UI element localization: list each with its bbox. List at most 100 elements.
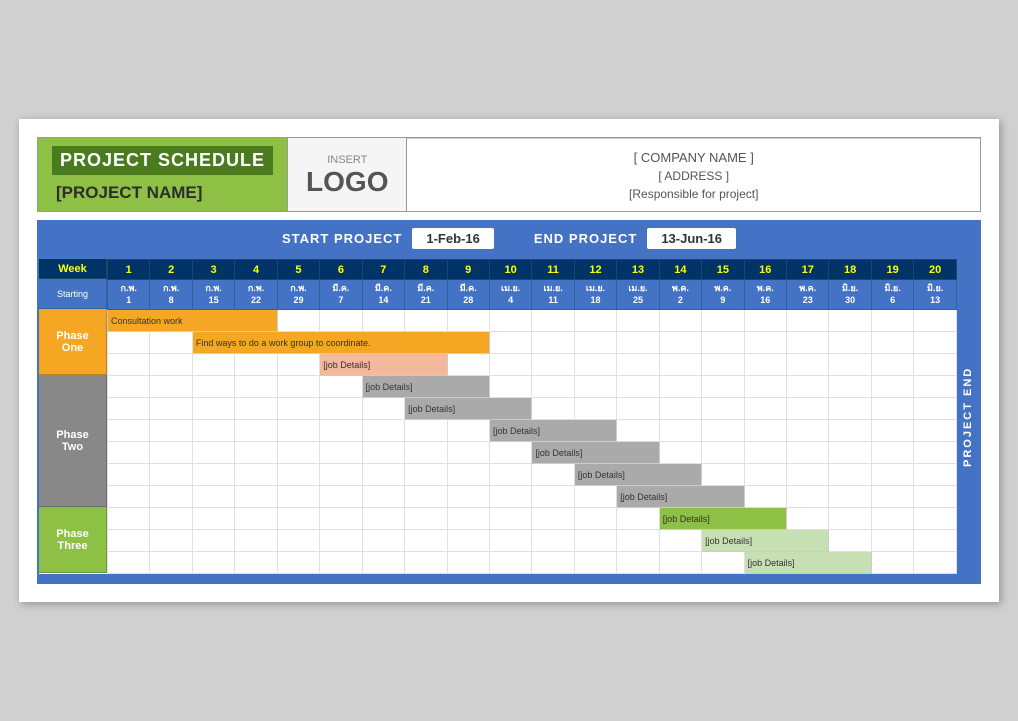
empty-cell-r7-c8 xyxy=(447,464,489,486)
empty-cell-r6-c13 xyxy=(659,442,701,464)
week-header-18: 18 xyxy=(829,260,871,280)
week-header-7: 7 xyxy=(362,260,404,280)
starting-col-header: Starting xyxy=(39,279,107,309)
empty-cell-r2-c2 xyxy=(192,354,234,376)
empty-cell-r1-c12 xyxy=(617,332,659,354)
gantt-row-7: [job Details] xyxy=(108,464,957,486)
empty-cell-r4-c3 xyxy=(235,398,277,420)
empty-cell-r11-c3 xyxy=(235,552,277,574)
empty-cell-r2-c8 xyxy=(447,354,489,376)
empty-cell-r9-c1 xyxy=(150,508,192,530)
week-header-12: 12 xyxy=(574,260,616,280)
bar-cell-r7: [job Details] xyxy=(574,464,701,486)
empty-cell-r7-c14 xyxy=(702,464,744,486)
empty-cell-r7-c16 xyxy=(787,464,829,486)
empty-cell-r0-c6 xyxy=(362,310,404,332)
empty-cell-r10-c17 xyxy=(829,530,871,552)
empty-cell-r2-c9 xyxy=(489,354,531,376)
starting-header-8: มี.ค.28 xyxy=(447,280,489,310)
empty-cell-r4-c17 xyxy=(829,398,871,420)
empty-cell-r6-c1 xyxy=(150,442,192,464)
empty-cell-r9-c7 xyxy=(405,508,447,530)
gantt-row-10: [job Details] xyxy=(108,530,957,552)
gantt-table: 1234567891011121314151617181920 ก.พ.1ก.พ… xyxy=(107,259,957,574)
empty-cell-r0-c12 xyxy=(617,310,659,332)
empty-cell-r0-c11 xyxy=(574,310,616,332)
empty-cell-r10-c19 xyxy=(914,530,957,552)
empty-cell-r4-c13 xyxy=(659,398,701,420)
company-name: [ COMPANY NAME ] xyxy=(634,150,754,165)
starting-header-0: ก.พ.1 xyxy=(108,280,150,310)
logo-text: LOGO xyxy=(306,168,388,196)
phase-three-label: PhaseThree xyxy=(39,507,107,573)
gantt-row-5: [job Details] xyxy=(108,420,957,442)
empty-cell-r8-c5 xyxy=(320,486,362,508)
empty-cell-r9-c9 xyxy=(489,508,531,530)
empty-cell-r9-c11 xyxy=(574,508,616,530)
empty-cell-r1-c11 xyxy=(574,332,616,354)
empty-cell-r5-c18 xyxy=(871,420,913,442)
empty-cell-r3-c19 xyxy=(914,376,957,398)
empty-cell-r8-c9 xyxy=(489,486,531,508)
empty-cell-r6-c0 xyxy=(108,442,150,464)
empty-cell-r8-c3 xyxy=(235,486,277,508)
empty-cell-r2-c14 xyxy=(702,354,744,376)
starting-header-10: เม.ย.11 xyxy=(532,280,574,310)
gantt-row-6: [job Details] xyxy=(108,442,957,464)
empty-cell-r9-c6 xyxy=(362,508,404,530)
empty-cell-r5-c14 xyxy=(702,420,744,442)
empty-cell-r11-c2 xyxy=(192,552,234,574)
starting-header-4: ก.พ.29 xyxy=(277,280,319,310)
empty-cell-r4-c2 xyxy=(192,398,234,420)
empty-cell-r8-c19 xyxy=(914,486,957,508)
empty-cell-r11-c19 xyxy=(914,552,957,574)
empty-cell-r8-c8 xyxy=(447,486,489,508)
starting-header-1: ก.พ.8 xyxy=(150,280,192,310)
empty-cell-r11-c8 xyxy=(447,552,489,574)
empty-cell-r2-c11 xyxy=(574,354,616,376)
empty-cell-r5-c16 xyxy=(787,420,829,442)
week-header-4: 4 xyxy=(235,260,277,280)
empty-cell-r1-c14 xyxy=(702,332,744,354)
empty-cell-r11-c0 xyxy=(108,552,150,574)
empty-cell-r6-c16 xyxy=(787,442,829,464)
week-header-10: 10 xyxy=(489,260,531,280)
empty-cell-r9-c16 xyxy=(787,508,829,530)
project-end-bar: PROJECT END xyxy=(957,259,979,574)
empty-cell-r0-c4 xyxy=(277,310,319,332)
empty-cell-r9-c19 xyxy=(914,508,957,530)
empty-cell-r9-c0 xyxy=(108,508,150,530)
empty-cell-r11-c10 xyxy=(532,552,574,574)
empty-cell-r5-c15 xyxy=(744,420,786,442)
week-header-8: 8 xyxy=(405,260,447,280)
empty-cell-r11-c1 xyxy=(150,552,192,574)
bar-cell-r1: Find ways to do a work group to coordina… xyxy=(192,332,489,354)
logo-insert-text: INSERT xyxy=(327,154,367,166)
bar-cell-r11: [job Details] xyxy=(744,552,871,574)
empty-cell-r5-c7 xyxy=(405,420,447,442)
empty-cell-r8-c18 xyxy=(871,486,913,508)
empty-cell-r4-c1 xyxy=(150,398,192,420)
empty-cell-r6-c6 xyxy=(362,442,404,464)
gantt-row-11: [job Details] xyxy=(108,552,957,574)
empty-cell-r5-c19 xyxy=(914,420,957,442)
empty-cell-r8-c17 xyxy=(829,486,871,508)
project-name: [PROJECT NAME] xyxy=(52,183,273,203)
empty-cell-r8-c1 xyxy=(150,486,192,508)
empty-cell-r6-c14 xyxy=(702,442,744,464)
week-header-16: 16 xyxy=(744,260,786,280)
empty-cell-r0-c19 xyxy=(914,310,957,332)
end-project-value: 13-Jun-16 xyxy=(647,228,736,249)
empty-cell-r9-c2 xyxy=(192,508,234,530)
gantt-row-0: Consultation work xyxy=(108,310,957,332)
empty-cell-r11-c18 xyxy=(871,552,913,574)
empty-cell-r10-c12 xyxy=(617,530,659,552)
week-header-9: 9 xyxy=(447,260,489,280)
empty-cell-r3-c11 xyxy=(574,376,616,398)
empty-cell-r6-c17 xyxy=(829,442,871,464)
empty-cell-r4-c5 xyxy=(320,398,362,420)
empty-cell-r0-c15 xyxy=(744,310,786,332)
starting-header-7: มี.ค.21 xyxy=(405,280,447,310)
empty-cell-r3-c1 xyxy=(150,376,192,398)
empty-cell-r6-c18 xyxy=(871,442,913,464)
